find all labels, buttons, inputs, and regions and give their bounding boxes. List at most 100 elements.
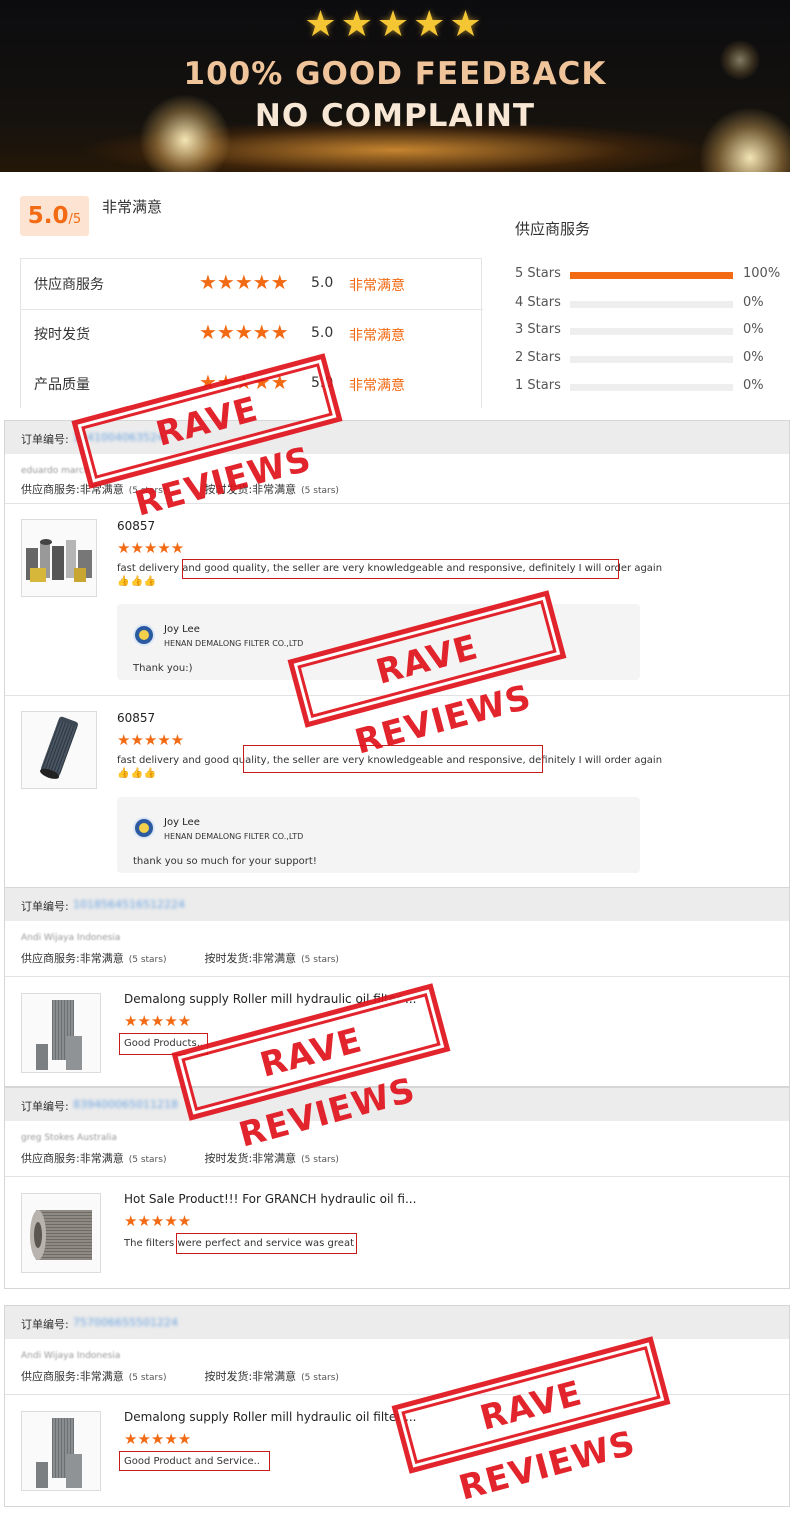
- review-stars-icon: ★★★★★: [124, 1212, 192, 1230]
- distribution-label: 5 Stars: [515, 266, 561, 281]
- ontime-label: 按时发货:: [204, 952, 253, 965]
- distribution-label: 4 Stars: [515, 295, 561, 310]
- overall-score-label: 非常满意: [102, 198, 163, 216]
- distribution-bar: [570, 384, 733, 391]
- order-number[interactable]: 839400065011218: [73, 1098, 178, 1111]
- rating-label: 供应商服务: [34, 277, 104, 293]
- seller-avatar: [133, 624, 155, 646]
- divider: [5, 503, 789, 504]
- distribution-percent: 0%: [743, 350, 764, 365]
- stars-note: (5 stars): [128, 1155, 167, 1165]
- supplier-service-value: 非常满意: [79, 1152, 124, 1165]
- product-title[interactable]: Hot Sale Product!!! For GRANCH hydraulic…: [124, 1192, 416, 1206]
- order-number[interactable]: 1018564516512224: [73, 898, 185, 911]
- supplier-service-label: 供应商服务:: [21, 1152, 80, 1165]
- rating-row-supplier-service: 供应商服务 ★★★★★ 5.0 非常满意: [21, 259, 483, 309]
- distribution-bar: [570, 301, 733, 308]
- distribution-percent: 0%: [743, 322, 764, 337]
- rating-text: 非常满意: [349, 328, 405, 344]
- buyer-name: greg Stokes Australia: [21, 1133, 117, 1143]
- rating-value: 5.0: [311, 325, 334, 341]
- supplier-service-label: 供应商服务:: [21, 952, 80, 965]
- ontime-label: 按时发货:: [204, 1370, 253, 1383]
- divider: [5, 976, 789, 977]
- overall-score-badge: 5.0/5: [20, 196, 89, 236]
- seller-reply: Joy Lee HENAN DEMALONG FILTER CO.,LTD th…: [117, 797, 640, 873]
- ontime-value: 非常满意: [252, 952, 297, 965]
- supplier-service-value: 非常满意: [79, 1370, 124, 1383]
- seller-avatar: [133, 817, 155, 839]
- rating-label: 产品质量: [34, 377, 90, 393]
- buyer-name: Andi Wijaya Indonesia: [21, 933, 121, 943]
- order-number-label: 订单编号:: [21, 900, 69, 913]
- distribution-label: 2 Stars: [515, 350, 561, 365]
- review-stars-icon: ★★★★★: [124, 1430, 192, 1448]
- highlight-box: [176, 1233, 357, 1254]
- order-number-label: 订单编号:: [21, 1318, 69, 1331]
- highlight-box: [182, 559, 619, 579]
- order-ratings: 供应商服务:非常满意 (5 stars) 按时发货:非常满意 (5 stars): [21, 1368, 339, 1384]
- stars-note: (5 stars): [128, 1373, 167, 1383]
- product-thumbnail[interactable]: [21, 1193, 101, 1273]
- banner-headline: 100% GOOD FEEDBACK: [183, 56, 607, 92]
- review-stars-icon: ★★★★★: [117, 539, 185, 557]
- seller-company: HENAN DEMALONG FILTER CO.,LTD: [164, 639, 304, 648]
- star-rating-icon: ★★★★★: [199, 270, 289, 294]
- distribution-label: 1 Stars: [515, 378, 561, 393]
- order-ratings: 供应商服务:非常满意 (5 stars) 按时发货:非常满意 (5 stars): [21, 950, 339, 966]
- stars-note: (5 stars): [301, 1155, 339, 1165]
- overall-score: 5.0: [27, 203, 69, 229]
- seller-reply-text: thank you so much for your support!: [133, 856, 317, 867]
- rating-value: 5.0: [311, 275, 334, 291]
- stars-note: (5 stars): [301, 1373, 339, 1383]
- supplier-service-label: 供应商服务:: [21, 1370, 80, 1383]
- feedback-banner: ★★★★★ 100% GOOD FEEDBACK NO COMPLAINT: [0, 0, 790, 172]
- star-rating-icon: ★★★★★: [199, 320, 289, 344]
- product-thumbnail[interactable]: [21, 993, 101, 1073]
- stars-note: (5 stars): [301, 955, 339, 965]
- ontime-value: 非常满意: [252, 1370, 297, 1383]
- banner-subheadline: NO COMPLAINT: [254, 98, 536, 134]
- banner-stars-icon: ★★★★★: [304, 4, 486, 45]
- rating-label: 按时发货: [34, 327, 90, 343]
- distribution-row: 5 Stars 100%: [515, 266, 780, 286]
- seller-company: HENAN DEMALONG FILTER CO.,LTD: [164, 832, 304, 841]
- product-thumbnail[interactable]: [21, 711, 97, 789]
- thumbs-up-icon: 👍👍👍: [117, 768, 158, 779]
- product-title[interactable]: Demalong supply Roller mill hydraulic oi…: [124, 1410, 416, 1424]
- distribution-title: 供应商服务: [515, 220, 591, 238]
- distribution-percent: 0%: [743, 295, 764, 310]
- filter-product-image: [36, 1000, 82, 1070]
- order-number-label: 订单编号:: [21, 1100, 69, 1113]
- review-stars-icon: ★★★★★: [124, 1012, 192, 1030]
- divider: [5, 1176, 789, 1177]
- seller-name: Joy Lee: [164, 624, 200, 635]
- distribution-row: 2 Stars 0%: [515, 350, 777, 370]
- order-number[interactable]: 757006655501224: [73, 1316, 178, 1329]
- distribution-percent: 0%: [743, 378, 764, 393]
- highlight-box: [119, 1451, 270, 1471]
- distribution-row: 3 Stars 0%: [515, 322, 777, 342]
- rating-text: 非常满意: [349, 278, 405, 294]
- supplier-service-value: 非常满意: [79, 952, 124, 965]
- product-title[interactable]: 60857: [117, 711, 155, 725]
- order-number-label: 订单编号:: [21, 433, 69, 446]
- filter-product-image: [36, 1418, 82, 1488]
- distribution-label: 3 Stars: [515, 322, 561, 337]
- seller-name: Joy Lee: [164, 817, 200, 828]
- product-thumbnail[interactable]: [21, 1411, 101, 1491]
- thumbs-up-icon: 👍👍👍: [117, 576, 158, 587]
- rating-row-on-time: 按时发货 ★★★★★ 5.0 非常满意: [21, 309, 483, 359]
- order-header: 订单编号: 757006655501224: [5, 1306, 789, 1339]
- divider: [5, 1394, 789, 1395]
- distribution-bar-fill: [570, 272, 733, 279]
- product-thumbnail[interactable]: [21, 519, 97, 597]
- filter-product-image: [40, 716, 78, 779]
- supplier-service-label: 供应商服务:: [21, 483, 80, 496]
- distribution-bar: [570, 272, 733, 279]
- stars-note: (5 stars): [128, 955, 167, 965]
- page: ★★★★★ 100% GOOD FEEDBACK NO COMPLAINT 5.…: [0, 0, 790, 1535]
- seller-reply-text: Thank you:): [133, 663, 193, 674]
- distribution-bar: [570, 356, 733, 363]
- distribution-row: 1 Stars 0%: [515, 378, 777, 398]
